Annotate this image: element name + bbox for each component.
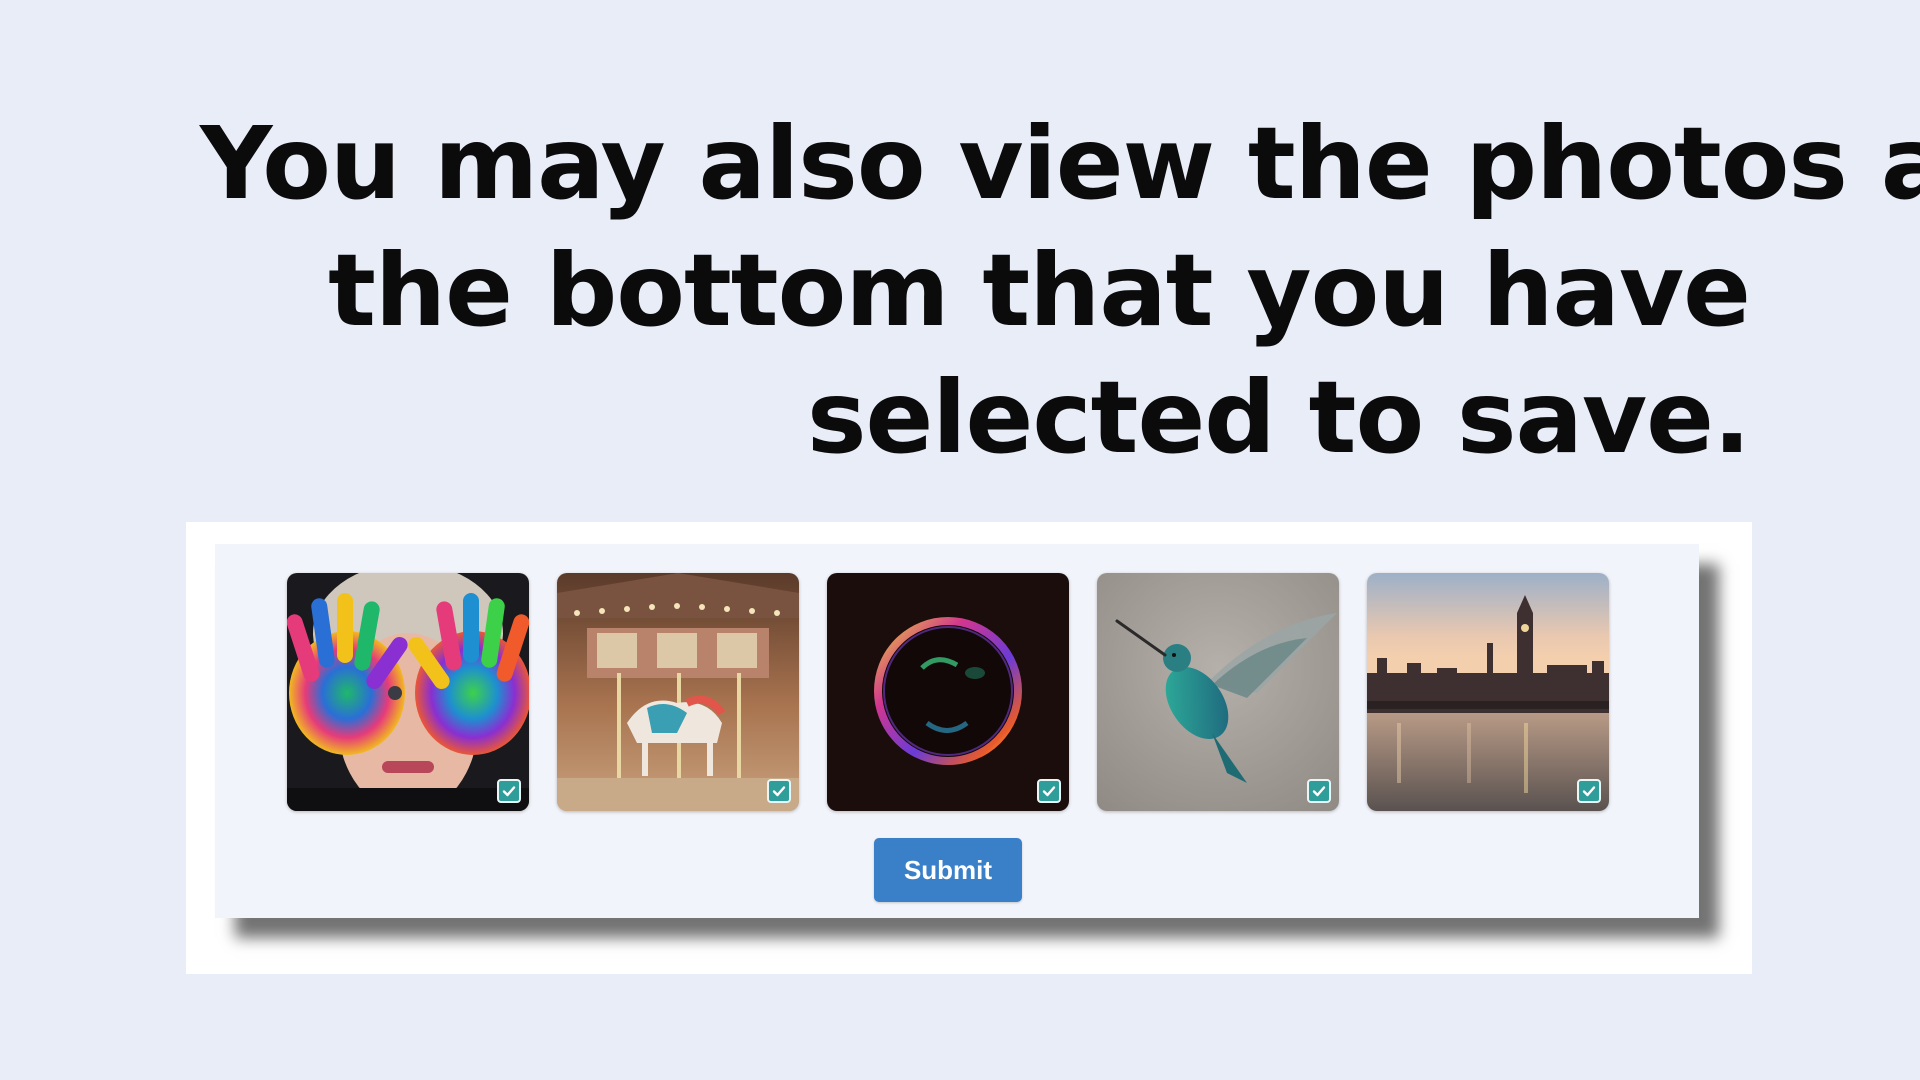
selected-checkbox[interactable] — [497, 779, 521, 803]
saved-photos-panel: Submit — [215, 544, 1699, 918]
photo-thumbnail-row — [287, 573, 1609, 811]
carousel-photo — [557, 573, 799, 811]
hummingbird-photo — [1097, 573, 1339, 811]
london-skyline-photo — [1367, 573, 1609, 811]
photo-thumbnail-carousel[interactable] — [557, 573, 799, 811]
headline-line-3: selected to save. — [806, 359, 1751, 476]
checkmark-icon — [772, 786, 786, 797]
headline-line-2: the bottom that you have — [328, 232, 1751, 349]
photo-thumbnail-london[interactable] — [1367, 573, 1609, 811]
bubble-photo — [827, 573, 1069, 811]
photo-thumbnail-painted-hands[interactable] — [287, 573, 529, 811]
checkmark-icon — [1312, 786, 1326, 797]
screenshot-frame: Submit — [186, 522, 1752, 974]
checkmark-icon — [1582, 786, 1596, 797]
selected-checkbox[interactable] — [1577, 779, 1601, 803]
painted-hands-photo — [287, 573, 529, 811]
selected-checkbox[interactable] — [1037, 779, 1061, 803]
headline-line-1: You may also view the photos at — [200, 105, 1920, 222]
submit-button[interactable]: Submit — [874, 838, 1022, 902]
checkmark-icon — [1042, 786, 1056, 797]
headline: You may also view the photos at the bott… — [200, 100, 1920, 481]
checkmark-icon — [502, 786, 516, 797]
photo-thumbnail-hummingbird[interactable] — [1097, 573, 1339, 811]
photo-thumbnail-bubble[interactable] — [827, 573, 1069, 811]
selected-checkbox[interactable] — [767, 779, 791, 803]
selected-checkbox[interactable] — [1307, 779, 1331, 803]
